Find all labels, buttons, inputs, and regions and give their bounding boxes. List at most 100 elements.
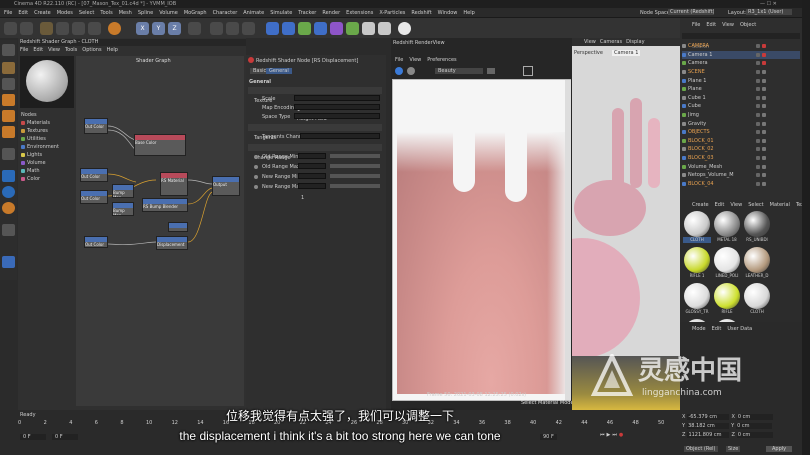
menu-item-redshift[interactable]: Redshift <box>411 10 431 16</box>
visibility-icon[interactable] <box>756 78 760 83</box>
visibility-icon[interactable] <box>756 52 760 57</box>
texture-mode-icon[interactable] <box>2 78 15 90</box>
node-category-volume[interactable]: Volume <box>21 160 73 166</box>
right-panel-tabs[interactable] <box>802 0 810 455</box>
deformer-icon[interactable] <box>330 22 343 35</box>
render-play-icon[interactable] <box>395 67 403 75</box>
range-field[interactable]: 0 <box>298 153 326 171</box>
object-row[interactable]: Plane 1 <box>682 76 800 85</box>
am-menu-mode[interactable]: Mode <box>692 326 706 332</box>
viewport-menu-view[interactable]: View <box>584 39 596 45</box>
array-icon[interactable] <box>314 22 327 35</box>
visibility-icon[interactable] <box>756 61 760 66</box>
menu-item-edit[interactable]: Edit <box>18 10 28 16</box>
object-row[interactable]: BLOCK_03 <box>682 154 800 163</box>
coord-value[interactable]: 1121.809 cm <box>687 431 730 438</box>
light-icon[interactable] <box>378 22 391 35</box>
coord-value-2[interactable]: 0 cm <box>736 422 773 429</box>
x-axis-lock[interactable]: X <box>136 22 149 35</box>
menu-item-extensions[interactable]: Extensions <box>346 10 373 16</box>
rv-menu-preferences[interactable]: Preferences <box>427 57 456 63</box>
tangents-channel-field[interactable] <box>300 133 380 139</box>
menu-item-tracker[interactable]: Tracker <box>298 10 316 16</box>
graph-node-bump-map[interactable]: Bump Map <box>112 184 134 198</box>
node-category-textures[interactable]: Textures <box>21 128 73 134</box>
mm-menu-view[interactable]: View <box>730 202 742 208</box>
material-swatch[interactable]: RS_UNIBDI <box>743 211 771 245</box>
tag-icon[interactable] <box>762 147 766 152</box>
render-view-icon[interactable] <box>210 22 223 35</box>
range-field[interactable]: 1 <box>298 163 326 181</box>
visibility-icon[interactable] <box>756 87 760 92</box>
material-swatch[interactable]: RIFLE <box>713 283 741 317</box>
object-row[interactable]: Cube <box>682 102 800 111</box>
menu-item-simulate[interactable]: Simulate <box>270 10 292 16</box>
redo-icon[interactable] <box>20 22 33 35</box>
coord-mode-select[interactable]: Object (Rel) <box>684 446 718 452</box>
coord-value-2[interactable]: 0 cm <box>736 413 773 420</box>
graph-node-rs-material[interactable]: Base Color <box>134 134 186 156</box>
snap-icon[interactable] <box>2 170 15 182</box>
menu-item-volume[interactable]: Volume <box>159 10 178 16</box>
material-swatch[interactable]: METAL 18 <box>713 211 741 245</box>
shader-menu-tools[interactable]: Tools <box>65 47 77 53</box>
rv-menu-view[interactable]: View <box>409 57 421 63</box>
tag-icon[interactable] <box>762 173 766 178</box>
z-axis-lock[interactable]: Z <box>168 22 181 35</box>
render-settings-icon[interactable] <box>242 22 255 35</box>
mm-menu-material[interactable]: Material <box>770 202 790 208</box>
menu-item-render[interactable]: Render <box>322 10 340 16</box>
range-field[interactable]: 1 <box>298 183 326 201</box>
prop-field[interactable]: 1 <box>294 95 380 113</box>
graph-node-output[interactable]: Output <box>212 176 240 196</box>
graph-node-texture-2[interactable]: Out Color <box>80 168 108 182</box>
am-menu-edit[interactable]: Edit <box>712 326 722 332</box>
tag-icon[interactable] <box>762 87 766 92</box>
edges-mode-icon[interactable] <box>2 110 15 122</box>
menu-item-mesh[interactable]: Mesh <box>119 10 132 16</box>
redshift-ipr-icon[interactable] <box>2 202 15 214</box>
menu-item-x-particles[interactable]: X-Particles <box>379 10 405 16</box>
render-stop-icon[interactable] <box>407 67 415 75</box>
menu-item-create[interactable]: Create <box>34 10 51 16</box>
render-scrollbar[interactable] <box>565 80 571 400</box>
menu-item-animate[interactable]: Animate <box>243 10 264 16</box>
tag-icon[interactable] <box>762 70 766 75</box>
om-menu-edit[interactable]: Edit <box>706 22 716 28</box>
graph-node-texture-3[interactable]: Out Color <box>80 190 108 204</box>
render-frame[interactable] <box>392 79 571 401</box>
mm-menu-create[interactable]: Create <box>692 202 709 208</box>
visibility-icon[interactable] <box>756 113 760 118</box>
points-mode-icon[interactable] <box>2 94 15 106</box>
range-field[interactable]: 0 <box>298 173 326 191</box>
tag-icon[interactable] <box>762 130 766 135</box>
size-select[interactable]: Size <box>726 446 741 452</box>
coord-value-2[interactable]: 0 cm <box>736 431 773 438</box>
aov-select[interactable]: Beauty <box>435 68 483 74</box>
object-row[interactable]: SCENE <box>682 68 800 77</box>
crop-icon[interactable] <box>523 66 533 76</box>
tag-icon[interactable] <box>762 121 766 126</box>
viewport-camera[interactable]: Camera 1 <box>612 50 641 56</box>
tag-icon[interactable] <box>762 78 766 83</box>
make-editable-icon[interactable] <box>2 44 15 56</box>
range-slider[interactable] <box>330 154 380 158</box>
tag-icon[interactable] <box>762 164 766 169</box>
visibility-icon[interactable] <box>756 156 760 161</box>
object-row[interactable]: BLOCK_02 <box>682 145 800 154</box>
menu-item-mograph[interactable]: MoGraph <box>184 10 207 16</box>
snapshot-icon[interactable] <box>487 68 495 74</box>
y-axis-lock[interactable]: Y <box>152 22 165 35</box>
visibility-icon[interactable] <box>756 95 760 100</box>
shader-menu-view[interactable]: View <box>48 47 60 53</box>
object-row[interactable]: Camera 1 <box>682 50 800 60</box>
object-search[interactable]: Search <box>682 33 800 50</box>
cube-icon[interactable] <box>266 22 279 35</box>
menu-item-file[interactable]: File <box>4 10 12 16</box>
object-row[interactable]: Cube 1 <box>682 94 800 103</box>
om-menu-object[interactable]: Object <box>740 22 756 28</box>
lock-workplane-icon[interactable] <box>2 224 15 236</box>
am-menu-user-data[interactable]: User Data <box>727 326 752 332</box>
material-swatch[interactable]: LINED_POLI <box>713 247 741 281</box>
tag-icon[interactable] <box>762 44 766 49</box>
